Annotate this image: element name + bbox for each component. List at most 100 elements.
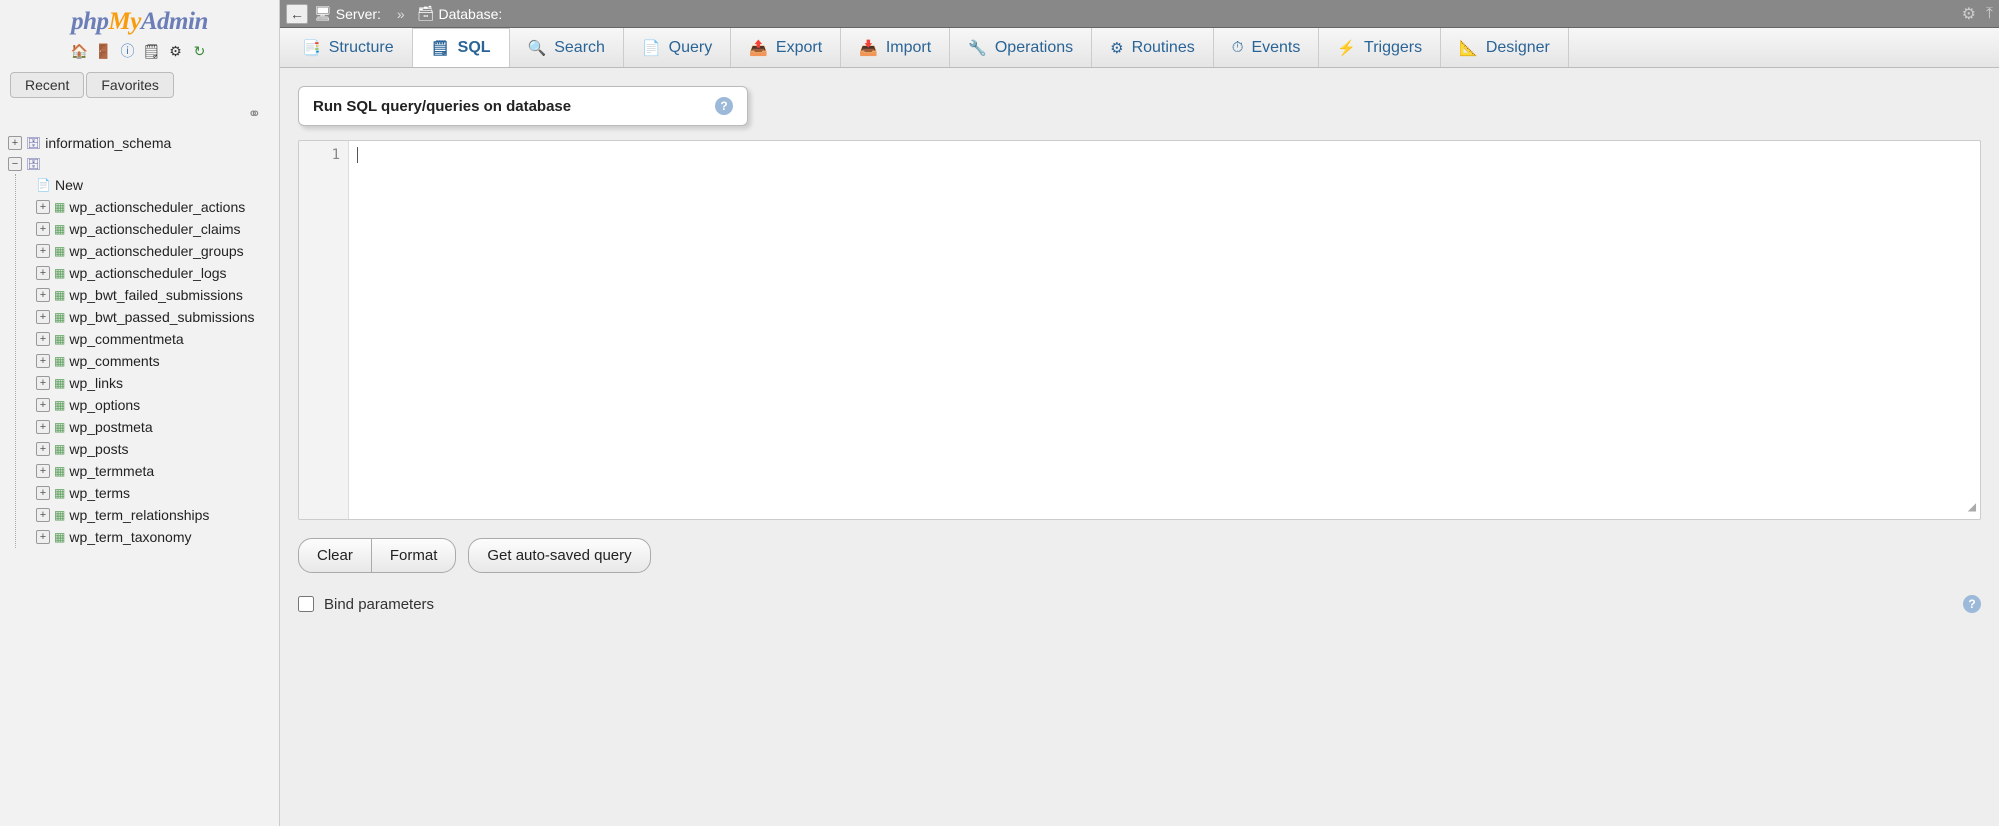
main: ← 🖥 Server: » 🗃 Database: ⚙ ⤒ 📑Structure…: [280, 0, 1999, 826]
table-row[interactable]: +▦wp_bwt_passed_submissions: [36, 306, 279, 328]
expand-icon[interactable]: +: [8, 136, 22, 150]
tab-designer[interactable]: 📐Designer: [1441, 28, 1569, 67]
table-icon: ▦: [54, 266, 65, 280]
tab-import[interactable]: 📥Import: [841, 28, 950, 67]
table-row[interactable]: +▦wp_comments: [36, 350, 279, 372]
table-row[interactable]: +▦wp_term_taxonomy: [36, 526, 279, 548]
tab-label: Structure: [329, 39, 394, 57]
editor-gutter: 1: [299, 141, 349, 519]
settings-icon[interactable]: ⚙: [167, 42, 185, 60]
help-icon[interactable]: ?: [1963, 595, 1981, 613]
clear-button[interactable]: Clear: [298, 538, 372, 573]
expand-icon[interactable]: +: [36, 486, 50, 500]
tab-export[interactable]: 📤Export: [731, 28, 841, 67]
tab-search[interactable]: 🔍Search: [510, 28, 624, 67]
table-label: wp_actionscheduler_actions: [69, 199, 245, 215]
expand-icon[interactable]: +: [36, 310, 50, 324]
expand-icon[interactable]: +: [36, 222, 50, 236]
expand-icon[interactable]: +: [36, 464, 50, 478]
tab-events[interactable]: ⏱Events: [1214, 28, 1320, 67]
sql-icon[interactable]: 🗒: [143, 42, 161, 60]
table-list: 📄 New +▦wp_actionscheduler_actions+▦wp_a…: [15, 174, 279, 548]
link-icon[interactable]: ⚭: [248, 104, 261, 124]
expand-icon[interactable]: +: [36, 420, 50, 434]
tab-icon: 📄: [642, 39, 661, 57]
gear-icon[interactable]: ⚙: [1962, 4, 1976, 24]
table-row[interactable]: +▦wp_termmeta: [36, 460, 279, 482]
table-label: wp_term_taxonomy: [69, 529, 191, 545]
logo[interactable]: phpMyAdmin: [0, 0, 279, 40]
table-icon: ▦: [54, 244, 65, 258]
database-icon: 🗃: [417, 5, 435, 22]
expand-icon[interactable]: +: [36, 200, 50, 214]
tab-label: Export: [776, 39, 822, 57]
nav-buttons: Recent Favorites: [0, 68, 279, 102]
db-node-current[interactable]: − 🗄: [8, 154, 279, 174]
expand-icon[interactable]: +: [36, 398, 50, 412]
db-node-information-schema[interactable]: + 🗄 information_schema: [8, 132, 279, 154]
table-row[interactable]: +▦wp_actionscheduler_logs: [36, 262, 279, 284]
expand-icon[interactable]: +: [36, 508, 50, 522]
table-row[interactable]: +▦wp_commentmeta: [36, 328, 279, 350]
bind-parameters-checkbox[interactable]: [298, 596, 314, 612]
favorites-button[interactable]: Favorites: [86, 72, 174, 98]
home-icon[interactable]: 🏠: [71, 42, 89, 60]
reload-icon[interactable]: ↻: [191, 42, 209, 60]
expand-icon[interactable]: +: [36, 442, 50, 456]
expand-icon[interactable]: +: [36, 266, 50, 280]
tab-label: SQL: [458, 39, 491, 57]
expand-icon[interactable]: +: [36, 530, 50, 544]
tab-operations[interactable]: 🔧Operations: [950, 28, 1092, 67]
table-row[interactable]: +▦wp_bwt_failed_submissions: [36, 284, 279, 306]
expand-icon[interactable]: +: [36, 354, 50, 368]
back-button[interactable]: ←: [286, 4, 308, 24]
new-icon: 📄: [36, 178, 51, 192]
new-table[interactable]: 📄 New: [36, 174, 279, 196]
table-row[interactable]: +▦wp_posts: [36, 438, 279, 460]
table-label: wp_bwt_failed_submissions: [69, 287, 243, 303]
recent-button[interactable]: Recent: [10, 72, 84, 98]
format-button[interactable]: Format: [372, 538, 457, 573]
database-icon: 🗄: [26, 136, 41, 150]
expand-icon[interactable]: +: [36, 332, 50, 346]
tab-query[interactable]: 📄Query: [624, 28, 731, 67]
tab-icon: 🗒: [431, 39, 450, 57]
table-row[interactable]: +▦wp_actionscheduler_claims: [36, 218, 279, 240]
expand-icon[interactable]: +: [36, 376, 50, 390]
logo-my: My: [109, 8, 141, 35]
tab-structure[interactable]: 📑Structure: [284, 28, 413, 67]
table-icon: ▦: [54, 310, 65, 324]
exit-icon[interactable]: 🚪: [95, 42, 113, 60]
table-icon: ▦: [54, 420, 65, 434]
table-row[interactable]: +▦wp_postmeta: [36, 416, 279, 438]
tab-routines[interactable]: ⚙Routines: [1092, 28, 1214, 67]
expand-icon[interactable]: +: [36, 244, 50, 258]
collapse-icon[interactable]: −: [8, 157, 22, 171]
editor-textarea[interactable]: ◢: [349, 141, 1980, 519]
line-number: 1: [299, 147, 340, 163]
table-row[interactable]: +▦wp_terms: [36, 482, 279, 504]
table-row[interactable]: + ▦ wp_actionscheduler_groups: [36, 240, 279, 262]
sidebar: phpMyAdmin 🏠 🚪 ⓘ 🗒 ⚙ ↻ Recent Favorites …: [0, 0, 280, 826]
tab-triggers[interactable]: ⚡Triggers: [1319, 28, 1441, 67]
collapse-top-icon[interactable]: ⤒: [1986, 5, 1993, 23]
docs-icon[interactable]: ⓘ: [119, 42, 137, 60]
table-label: wp_terms: [69, 485, 130, 501]
expand-icon[interactable]: +: [36, 288, 50, 302]
table-row[interactable]: +▦wp_term_relationships: [36, 504, 279, 526]
breadcrumb-database[interactable]: 🗃 Database:: [417, 5, 507, 22]
breadcrumb-server[interactable]: 🖥 Server:: [314, 5, 385, 22]
table-row[interactable]: +▦wp_links: [36, 372, 279, 394]
tab-icon: 🔍: [528, 39, 547, 57]
sql-editor[interactable]: 1 ◢: [298, 140, 1981, 520]
sidebar-toolbar: 🏠 🚪 ⓘ 🗒 ⚙ ↻: [0, 40, 279, 68]
get-autosaved-button[interactable]: Get auto-saved query: [468, 538, 650, 573]
tab-label: Operations: [995, 39, 1073, 57]
table-label: wp_actionscheduler_groups: [69, 243, 243, 259]
table-row[interactable]: +▦wp_options: [36, 394, 279, 416]
help-icon[interactable]: ?: [715, 97, 733, 115]
tab-sql[interactable]: 🗒 SQL: [413, 28, 510, 67]
resize-handle-icon[interactable]: ◢: [1968, 499, 1976, 515]
table-label: wp_comments: [69, 353, 159, 369]
table-row[interactable]: +▦wp_actionscheduler_actions: [36, 196, 279, 218]
